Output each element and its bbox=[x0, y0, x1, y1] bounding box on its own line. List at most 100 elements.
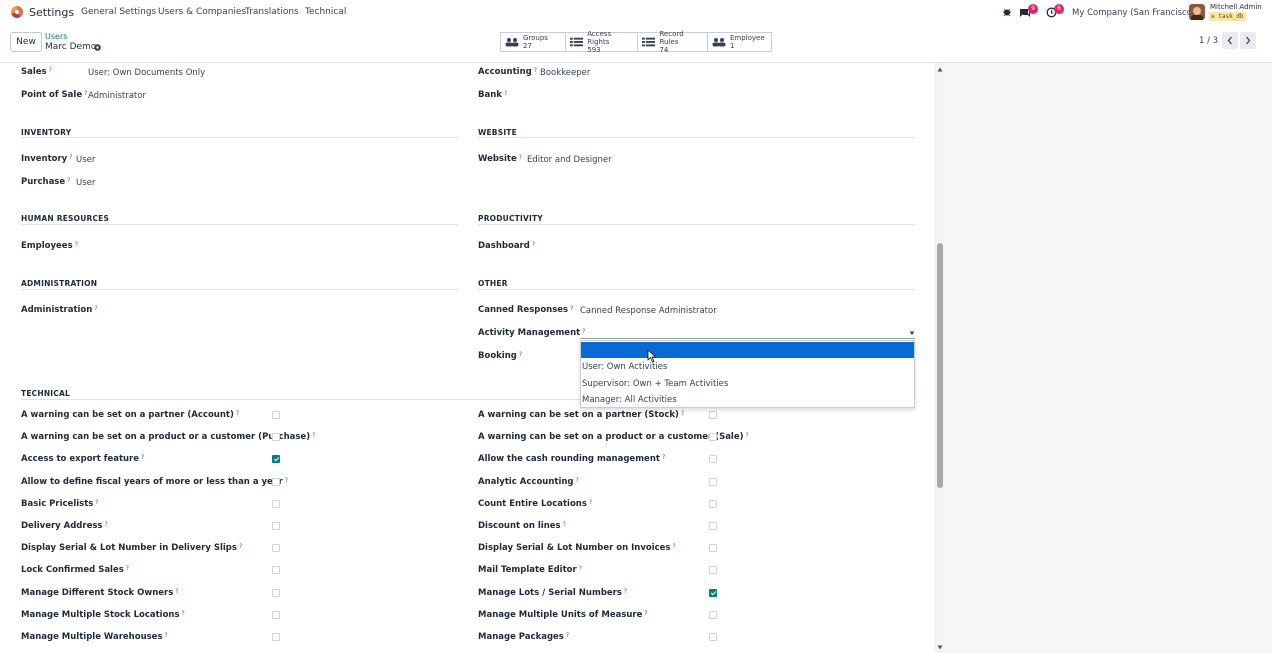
field-value-purchase[interactable]: User bbox=[76, 178, 95, 188]
technical-option-label: Allow the cash rounding management? bbox=[478, 454, 666, 465]
divider bbox=[478, 224, 915, 225]
field-value-accounting[interactable]: Bookkeeper bbox=[540, 68, 590, 78]
technical-option-checkbox[interactable] bbox=[709, 477, 717, 486]
top-navbar: Settings General Settings Users & Compan… bbox=[0, 0, 1272, 26]
technical-option-checkbox[interactable] bbox=[272, 633, 280, 641]
messages-count-badge: 9 bbox=[1028, 4, 1038, 14]
menu-users-companies[interactable]: Users & Companies bbox=[158, 7, 246, 17]
dropdown-option-user-own[interactable]: User: Own Activities bbox=[581, 359, 914, 375]
scroll-down-icon[interactable] bbox=[937, 645, 943, 650]
activity-management-select[interactable] bbox=[580, 327, 915, 339]
technical-option-label: Manage Multiple Stock Locations? bbox=[21, 609, 185, 620]
record-rules-count: 74 bbox=[659, 46, 669, 54]
form-scrollbar[interactable] bbox=[934, 63, 946, 653]
field-label-employees: Employees? bbox=[21, 241, 78, 251]
new-button[interactable]: New bbox=[10, 32, 42, 52]
scroll-up-icon[interactable] bbox=[937, 67, 943, 72]
technical-option-label: Manage Different Stock Owners? bbox=[21, 587, 179, 598]
technical-option-checkbox[interactable] bbox=[709, 588, 717, 597]
technical-option-checkbox[interactable] bbox=[709, 499, 717, 508]
groups-smart-button[interactable]: Groups 27 bbox=[500, 32, 565, 52]
record-rules-smart-button[interactable]: Record Rules 74 bbox=[637, 30, 707, 54]
access-rights-smart-button[interactable]: Access Rights 593 bbox=[565, 30, 637, 54]
technical-option-checkbox[interactable] bbox=[709, 544, 717, 553]
smart-buttons: Groups 27 Access Rights 593 Record Rules 74… bbox=[500, 30, 772, 54]
user-name[interactable]: Mitchell Admin bbox=[1210, 3, 1262, 11]
field-value-canned-responses[interactable]: Canned Response Administrator bbox=[580, 306, 717, 316]
technical-option-checkbox[interactable] bbox=[272, 455, 280, 464]
technical-option-label: Display Serial & Lot Number on Invoices? bbox=[478, 543, 676, 554]
technical-option-checkbox[interactable] bbox=[272, 411, 280, 419]
technical-option-checkbox[interactable] bbox=[709, 433, 717, 442]
pager-next-button[interactable] bbox=[1240, 32, 1256, 49]
field-label-dashboard: Dashboard? bbox=[478, 241, 536, 251]
technical-option-label: Discount on lines? bbox=[478, 521, 566, 531]
technical-option-checkbox[interactable] bbox=[272, 566, 280, 575]
section-human-resources: HUMAN RESOURCES bbox=[21, 214, 110, 223]
divider bbox=[478, 137, 915, 138]
technical-option-label: Manage Packages? bbox=[478, 632, 570, 642]
technical-option-label: Delivery Address? bbox=[21, 521, 108, 531]
technical-option-checkbox[interactable] bbox=[709, 455, 717, 464]
activities-count-badge: 6 bbox=[1054, 4, 1064, 14]
activity-management-dropdown: User: Own Activities Supervisor: Own + T… bbox=[580, 340, 915, 408]
scrollbar-thumb[interactable] bbox=[937, 243, 943, 488]
avatar[interactable] bbox=[1189, 4, 1205, 20]
technical-option-checkbox[interactable] bbox=[709, 411, 717, 419]
technical-option-checkbox[interactable] bbox=[272, 544, 280, 553]
technical-option-label: Basic Pricelists? bbox=[21, 498, 99, 509]
technical-option-checkbox[interactable] bbox=[272, 477, 280, 486]
technical-option-checkbox[interactable] bbox=[272, 588, 280, 597]
field-label-canned-responses: Canned Responses? bbox=[478, 305, 574, 315]
divider bbox=[478, 289, 915, 290]
field-label-website: Website? bbox=[478, 154, 522, 164]
technical-option-checkbox[interactable] bbox=[709, 566, 717, 575]
technical-option-checkbox[interactable] bbox=[272, 499, 280, 508]
caret-down-icon bbox=[909, 331, 915, 335]
bug-icon[interactable] bbox=[1002, 7, 1012, 17]
technical-option-checkbox[interactable] bbox=[272, 522, 280, 530]
company-switcher[interactable]: My Company (San Francisco) bbox=[1072, 8, 1195, 18]
chevron-left-icon bbox=[1227, 36, 1232, 45]
menu-technical[interactable]: Technical bbox=[305, 7, 346, 17]
dropdown-option-supervisor[interactable]: Supervisor: Own + Team Activities bbox=[581, 376, 914, 392]
pager-previous-button[interactable] bbox=[1222, 32, 1238, 49]
users-icon bbox=[712, 38, 726, 47]
field-value-inventory[interactable]: User bbox=[76, 155, 95, 165]
db-name: task_db bbox=[1218, 13, 1244, 20]
technical-option-checkbox[interactable] bbox=[709, 610, 717, 619]
access-rights-label: Access Rights bbox=[587, 30, 612, 46]
technical-option-label: Manage Lots / Serial Numbers? bbox=[478, 587, 628, 598]
technical-option-label: Mail Template Editor? bbox=[478, 565, 582, 576]
section-technical: TECHNICAL bbox=[21, 389, 70, 398]
dropdown-option-manager[interactable]: Manager: All Activities bbox=[581, 392, 914, 408]
record-rules-label: Record Rules bbox=[659, 30, 684, 46]
app-title[interactable]: Settings bbox=[29, 6, 74, 19]
technical-option-label: A warning can be set on a partner (Stock… bbox=[478, 410, 685, 420]
users-icon bbox=[505, 38, 519, 47]
field-value-sales[interactable]: User: Own Documents Only bbox=[88, 68, 205, 78]
field-value-point-of-sale[interactable]: Administrator bbox=[88, 91, 146, 101]
field-label-accounting: Accounting? bbox=[478, 67, 537, 77]
technical-option-label: Analytic Accounting? bbox=[478, 476, 579, 487]
employee-smart-button[interactable]: Employee 1 bbox=[707, 32, 772, 52]
technical-option-checkbox[interactable] bbox=[272, 610, 280, 619]
menu-general-settings[interactable]: General Settings bbox=[81, 7, 156, 17]
access-rights-count: 593 bbox=[587, 46, 601, 54]
menu-translations[interactable]: Translations bbox=[245, 7, 299, 17]
field-value-website[interactable]: Editor and Designer bbox=[527, 155, 612, 165]
odoo-logo-icon[interactable] bbox=[11, 6, 23, 18]
section-website: WEBSITE bbox=[478, 128, 517, 137]
dropdown-option-empty[interactable] bbox=[581, 342, 914, 358]
technical-option-label: Count Entire Locations? bbox=[478, 498, 593, 509]
gear-icon[interactable] bbox=[93, 43, 102, 52]
breadcrumb-users[interactable]: Users bbox=[45, 32, 67, 41]
technical-option-checkbox[interactable] bbox=[709, 522, 717, 530]
employee-count: 1 bbox=[730, 42, 735, 50]
technical-option-label: Display Serial & Lot Number in Delivery … bbox=[21, 543, 243, 554]
field-label-sales: Sales? bbox=[21, 67, 52, 77]
pager-value[interactable]: 1 / 3 bbox=[1199, 36, 1218, 46]
technical-option-checkbox[interactable] bbox=[709, 633, 717, 641]
field-label-administration: Administration? bbox=[21, 305, 98, 315]
technical-option-checkbox[interactable] bbox=[272, 433, 280, 442]
